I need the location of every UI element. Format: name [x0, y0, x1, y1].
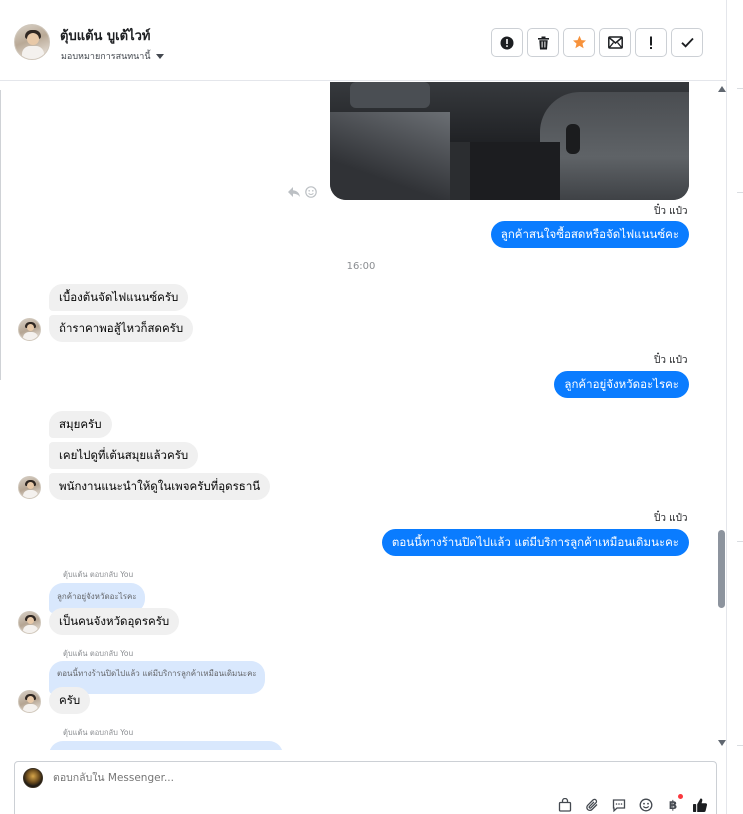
incoming-message[interactable]: เคยไปดูที่เต้นสมุยแล้วครับ	[49, 442, 199, 469]
scrollbar[interactable]	[715, 82, 726, 750]
delete-button[interactable]	[527, 28, 559, 57]
incoming-message[interactable]: ถ้าราคาพอสู้ไหวก็สดครับ	[49, 315, 194, 342]
edge-divider	[737, 88, 743, 89]
time-divider: 16:00	[346, 261, 376, 272]
chevron-down-icon	[155, 53, 164, 59]
bag-icon[interactable]	[557, 797, 573, 813]
sender-name: ปิ๋ว แป๋ว	[654, 355, 688, 366]
contact-name[interactable]: ตุ้บแต้น บูเต้ไวท์	[60, 25, 150, 46]
baht-symbol: ฿	[668, 798, 678, 812]
notification-dot	[678, 794, 683, 799]
outgoing-message[interactable]: ตอนนี้ทางร้านปิดไปแล้ว แต่มีบริการลูกค้า…	[381, 529, 689, 556]
message-list[interactable]: ปิ๋ว แป๋ว ลูกค้าสนใจซื้อสดหรือจัดไฟแนนซ์…	[5, 82, 726, 750]
thumbs-up-icon[interactable]	[692, 797, 708, 813]
shared-photo-car-interior[interactable]	[330, 82, 689, 200]
incoming-message[interactable]: ครับ	[49, 687, 91, 714]
reply-indicator: ตุ้บแต้น ตอบกลับ You	[63, 570, 134, 579]
left-divider	[0, 90, 1, 380]
contact-avatar[interactable]	[14, 24, 50, 60]
reply-icon[interactable]	[287, 186, 301, 198]
scroll-up-arrow-icon[interactable]	[718, 86, 726, 92]
reply-indicator: ตุ้บแต้น ตอบกลับ You	[63, 728, 134, 737]
emoji-reaction-icon[interactable]	[305, 186, 317, 198]
done-button[interactable]	[671, 28, 703, 57]
trash-icon	[537, 36, 549, 49]
page-avatar	[23, 768, 43, 788]
incoming-message[interactable]: เป็นคนจังหวัดอุดรครับ	[49, 608, 180, 635]
paperclip-icon[interactable]	[584, 797, 600, 813]
sender-name: ปิ๋ว แป๋ว	[654, 206, 688, 217]
envelope-icon	[607, 36, 623, 49]
contact-avatar-small[interactable]	[18, 476, 41, 499]
edge-divider	[737, 192, 743, 193]
sender-name: ปิ๋ว แป๋ว	[654, 513, 688, 524]
baht-icon[interactable]: ฿	[665, 794, 683, 813]
saved-reply-icon[interactable]	[611, 797, 627, 813]
assign-label: มอบหมายการสนทนานี้	[61, 52, 151, 62]
report-button[interactable]	[491, 28, 523, 57]
scroll-down-arrow-icon[interactable]	[718, 740, 726, 746]
reply-indicator: ตุ้บแต้น ตอบกลับ You	[63, 649, 134, 658]
incoming-message[interactable]: สมุยครับ	[49, 411, 112, 438]
conversation-header: ตุ้บแต้น บูเต้ไวท์ มอบหมายการสนทนานี้	[0, 0, 726, 81]
star-icon	[572, 35, 586, 49]
alert-circle-icon	[500, 36, 514, 49]
composer-toolbar: ฿	[557, 794, 708, 813]
spam-button[interactable]	[635, 28, 667, 57]
quoted-message-cut-off[interactable]	[49, 741, 283, 750]
contact-avatar-small[interactable]	[18, 690, 41, 713]
mark-unread-button[interactable]	[599, 28, 631, 57]
incoming-message[interactable]: พนักงานแนะนำให้ดูในเพจครับที่อุดรธานี	[49, 473, 271, 500]
message-composer: ฿	[14, 761, 717, 814]
photo-actions	[287, 186, 317, 198]
assign-conversation-dropdown[interactable]: มอบหมายการสนทนานี้	[61, 49, 164, 63]
outgoing-message[interactable]: ลูกค้าอยู่จังหวัดอะไรคะ	[554, 371, 689, 398]
header-actions	[491, 28, 703, 57]
reply-input[interactable]	[53, 772, 553, 784]
contact-avatar-small[interactable]	[18, 318, 41, 341]
incoming-message[interactable]: เบื้องต้นจัดไฟแนนซ์ครับ	[49, 284, 189, 311]
edge-divider	[737, 745, 743, 746]
emoji-icon[interactable]	[638, 797, 654, 813]
star-button[interactable]	[563, 28, 595, 57]
exclamation-icon	[650, 36, 652, 49]
outgoing-message[interactable]: ลูกค้าสนใจซื้อสดหรือจัดไฟแนนซ์คะ	[490, 221, 689, 248]
scrollbar-thumb[interactable]	[718, 530, 725, 608]
edge-divider	[737, 541, 743, 542]
contact-avatar-small[interactable]	[18, 611, 41, 634]
check-icon	[680, 37, 694, 48]
right-edge-panel	[726, 0, 743, 814]
